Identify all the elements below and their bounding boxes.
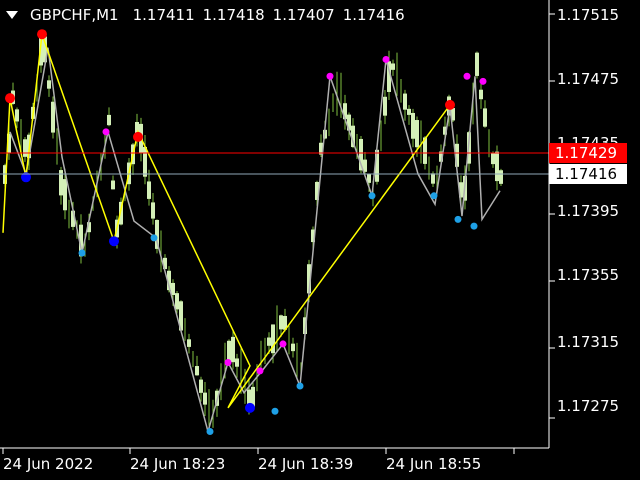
minor-high-dot (256, 367, 264, 375)
price-label: 1.17315 (557, 333, 620, 351)
candle-body (247, 389, 251, 405)
time-label: 24 Jun 18:23 (130, 455, 226, 473)
minor-low-dot (470, 222, 478, 230)
minor-low-dot (150, 234, 158, 242)
candle-body (63, 179, 67, 211)
minor-low-dot (206, 427, 214, 435)
swing-high-dot (445, 99, 455, 110)
candle-body (143, 146, 147, 177)
minor-high-dot (102, 128, 110, 136)
candle-body (391, 63, 395, 70)
price-label: 1.17515 (557, 6, 620, 24)
swing-high-dot (133, 131, 143, 142)
minor-high-dot (224, 358, 232, 366)
candle-body (415, 120, 419, 148)
candle-body (51, 101, 55, 133)
minor-low-dot (430, 192, 438, 200)
candle-body (23, 139, 27, 157)
candle-body (403, 93, 407, 110)
candle-body (491, 152, 495, 165)
time-label: 24 Jun 18:39 (258, 455, 354, 473)
candle-body (479, 89, 483, 100)
minor-high-dot (382, 55, 390, 63)
minor-low-dot (271, 407, 279, 415)
candle-body (411, 112, 415, 139)
minor-low-dot (78, 249, 86, 257)
candle-body (187, 339, 191, 347)
candle-body (383, 96, 387, 116)
candle-body (407, 108, 411, 115)
symbol-header: GBPCHF,M1 1.17411 1.17418 1.17407 1.1741… (6, 6, 405, 24)
ohlc-high: 1.17418 (202, 6, 265, 24)
candle-body (495, 151, 499, 182)
swing-high-dot (37, 29, 47, 40)
candle-body (195, 366, 199, 376)
minor-low-dot (296, 382, 304, 390)
candle-body (267, 337, 271, 346)
minor-high-dot (463, 72, 471, 80)
candle-body (227, 340, 231, 362)
candle-body (15, 109, 19, 122)
ohlc-close: 1.17416 (342, 6, 405, 24)
time-label: 24 Jun 18:55 (386, 455, 482, 473)
candle-body (203, 392, 207, 405)
price-label: 1.17275 (557, 397, 620, 415)
symbol-timeframe: GBPCHF,M1 (30, 6, 119, 24)
swing-low-dot (245, 402, 255, 413)
candle-body (483, 108, 487, 127)
swing-low-dot (109, 236, 119, 247)
bid-price-box: 1.17416 (549, 164, 627, 184)
price-label: 1.17395 (557, 202, 620, 220)
candle-body (199, 379, 203, 393)
candle-body (111, 180, 115, 190)
candle-body (47, 80, 51, 89)
candle-body (291, 343, 295, 352)
price-label: 1.17355 (557, 266, 620, 284)
price-chart[interactable] (0, 0, 640, 480)
minor-high-dot (479, 77, 487, 85)
candle-body (175, 293, 179, 310)
candle-body (151, 202, 155, 219)
minor-high-dot (326, 72, 334, 80)
time-label: 24 Jun 2022 (3, 455, 94, 473)
candle-body (147, 181, 151, 199)
candle-body (431, 173, 435, 184)
price-label: 1.17475 (557, 70, 620, 88)
candle-body (279, 315, 283, 330)
candle-body (475, 52, 479, 76)
minor-low-dot (368, 192, 376, 200)
minor-high-dot (279, 340, 287, 348)
chevron-down-icon[interactable] (6, 11, 18, 19)
ohlc-low: 1.17407 (272, 6, 335, 24)
candle-body (499, 170, 503, 184)
candle-body (107, 114, 111, 126)
ohlc-open: 1.17411 (132, 6, 195, 24)
red-line-price-box: 1.17429 (549, 143, 627, 163)
minor-low-dot (454, 215, 462, 223)
candle-body (235, 358, 239, 367)
swing-high-dot (5, 93, 15, 104)
candle-body (231, 336, 235, 363)
